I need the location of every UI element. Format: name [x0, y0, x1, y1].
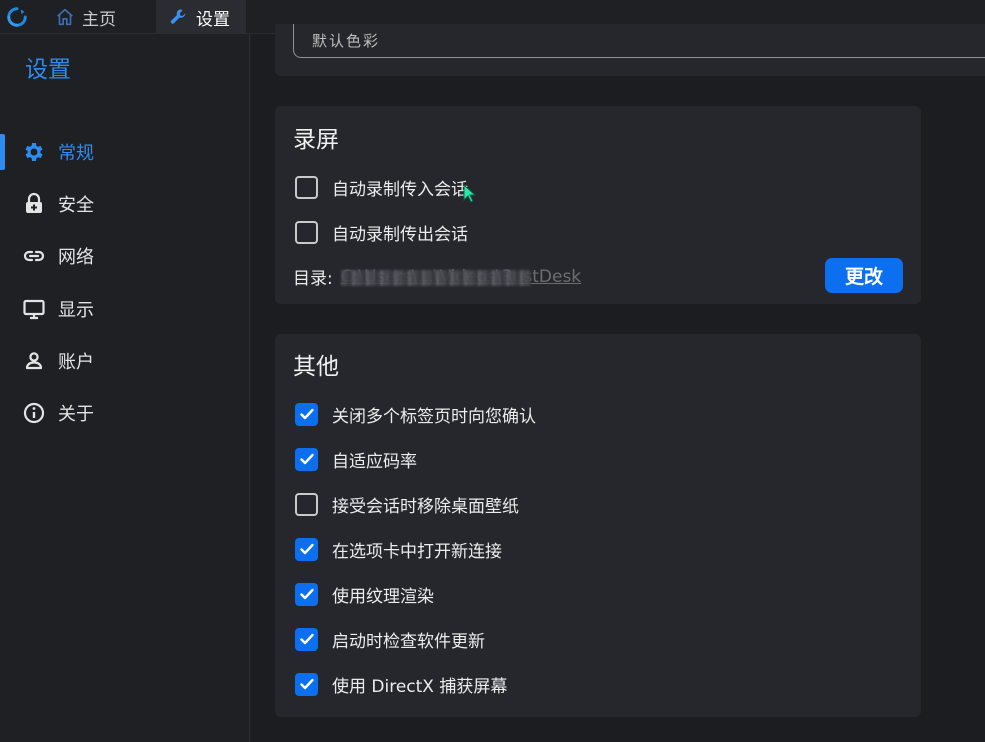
mouse-cursor-icon [463, 184, 477, 203]
option-remove-wallpaper[interactable]: 接受会话时移除桌面壁纸 [295, 490, 519, 518]
theme-card: 默认色彩 [275, 24, 985, 76]
option-label: 自动录制传入会话 [332, 179, 468, 200]
option-confirm-close-tabs[interactable]: 关闭多个标签页时向您确认 [295, 400, 536, 428]
option-label: 接受会话时移除桌面壁纸 [332, 496, 519, 517]
tab-settings-label: 设置 [196, 9, 230, 30]
option-texture-render[interactable]: 使用纹理渲染 [295, 580, 434, 608]
sidebar: 设置 常规 安全 网络 显示 账户 关于 [0, 34, 250, 742]
option-label: 关闭多个标签页时向您确认 [332, 406, 536, 427]
sidebar-item-label: 安全 [58, 195, 94, 216]
theme-select[interactable]: 默认色彩 [293, 24, 985, 58]
wrench-icon [170, 9, 186, 24]
recording-card: 录屏 自动录制传入会话 自动录制传出会话 目录: C:\Users\...\Vi… [275, 106, 921, 304]
option-label: 自适应码率 [332, 451, 417, 472]
user-icon [25, 352, 43, 370]
check-icon [299, 678, 314, 690]
recording-title: 录屏 [293, 127, 339, 153]
sidebar-item-account[interactable]: 账户 [0, 340, 250, 382]
redaction-blur [340, 269, 531, 286]
sidebar-item-label: 关于 [58, 404, 94, 425]
option-adaptive-bitrate[interactable]: 自适应码率 [295, 445, 417, 473]
sidebar-item-about[interactable]: 关于 [0, 392, 250, 434]
checkbox[interactable] [295, 220, 318, 244]
tab-settings[interactable]: 设置 [156, 0, 246, 34]
settings-content: 默认色彩 录屏 自动录制传入会话 自动录制传出会话 目录: C:\Users\.… [251, 24, 985, 742]
tab-home-label: 主页 [82, 9, 116, 30]
sidebar-item-label: 网络 [58, 247, 94, 268]
lock-icon [26, 192, 42, 213]
other-card: 其他 关闭多个标签页时向您确认 自适应码率 接受会话时移除桌面壁纸 在选项卡中打… [275, 334, 921, 717]
checkbox[interactable] [295, 402, 318, 426]
check-icon [299, 408, 314, 420]
sidebar-item-security[interactable]: 安全 [0, 183, 250, 225]
home-icon [57, 8, 73, 26]
option-label: 在选项卡中打开新连接 [332, 541, 502, 562]
info-icon [23, 402, 45, 424]
checkbox[interactable] [295, 627, 318, 651]
app-logo-icon [7, 7, 27, 27]
option-record-incoming[interactable]: 自动录制传入会话 [295, 173, 468, 201]
option-label: 使用纹理渲染 [332, 586, 434, 607]
option-check-updates[interactable]: 启动时检查软件更新 [295, 625, 485, 653]
sidebar-item-label: 常规 [58, 143, 94, 164]
tab-home[interactable]: 主页 [50, 0, 150, 34]
monitor-icon [23, 299, 45, 320]
gear-icon [25, 143, 43, 161]
option-directx-capture[interactable]: 使用 DirectX 捕获屏幕 [295, 670, 507, 698]
checkbox[interactable] [295, 672, 318, 696]
sidebar-item-network[interactable]: 网络 [0, 235, 250, 277]
checkbox[interactable] [295, 175, 318, 199]
directory-path-link[interactable]: C:\Users\...\Videos\RustDesk [340, 267, 581, 287]
theme-select-value: 默认色彩 [312, 32, 381, 50]
sidebar-item-label: 显示 [58, 300, 94, 321]
checkbox[interactable] [295, 492, 318, 516]
option-open-in-tab[interactable]: 在选项卡中打开新连接 [295, 535, 502, 563]
option-record-outgoing[interactable]: 自动录制传出会话 [295, 218, 468, 246]
sidebar-item-general[interactable]: 常规 [0, 131, 250, 173]
change-directory-button[interactable]: 更改 [825, 258, 903, 293]
check-icon [299, 633, 314, 645]
link-icon [23, 250, 45, 262]
checkbox[interactable] [295, 447, 318, 471]
option-label: 使用 DirectX 捕获屏幕 [332, 676, 508, 697]
sidebar-item-display[interactable]: 显示 [0, 288, 250, 330]
sidebar-title: 设置 [25, 57, 71, 83]
recording-directory-row: 目录: C:\Users\...\Videos\RustDesk [293, 264, 581, 290]
other-title: 其他 [293, 354, 339, 380]
option-label: 自动录制传出会话 [332, 224, 468, 245]
directory-label: 目录: [293, 269, 333, 289]
option-label: 启动时检查软件更新 [332, 631, 485, 652]
check-icon [299, 588, 314, 600]
check-icon [299, 453, 314, 465]
check-icon [299, 543, 314, 555]
sidebar-item-label: 账户 [58, 352, 94, 373]
checkbox[interactable] [295, 582, 318, 606]
checkbox[interactable] [295, 537, 318, 561]
